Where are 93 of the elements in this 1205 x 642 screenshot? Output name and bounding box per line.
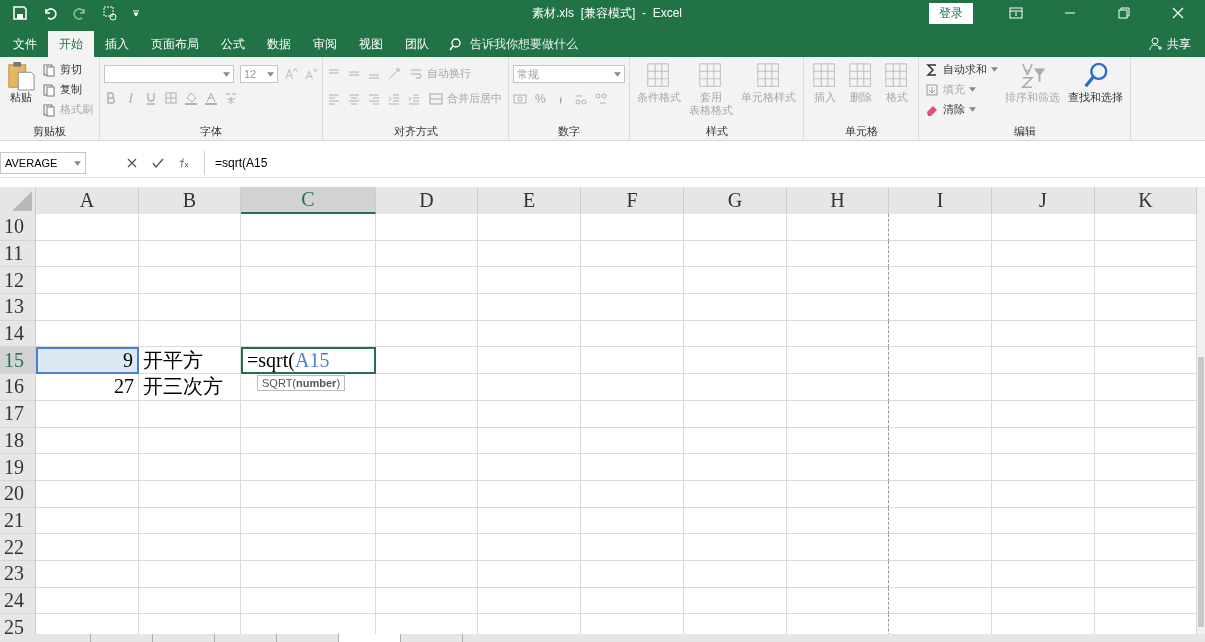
editing-large-button[interactable]: 查找和选择	[1065, 59, 1126, 106]
group-title: 样式	[705, 124, 728, 139]
scroll-bar[interactable]	[1197, 187, 1205, 634]
group-title: 单元格	[844, 124, 878, 139]
table-cell: 9	[36, 347, 139, 375]
table-cell: 开三次方	[139, 374, 241, 401]
group-title: 对齐方式	[393, 124, 438, 139]
row-header[interactable]: 13	[0, 294, 36, 321]
restore-icon[interactable]	[1117, 7, 1131, 19]
save-icon[interactable]	[12, 5, 28, 21]
column-header[interactable]: K	[1095, 187, 1197, 214]
ribbon-tab[interactable]: 审阅	[302, 31, 348, 57]
document-icon	[42, 62, 56, 77]
login-button[interactable]: 登录	[929, 2, 973, 24]
redo-icon[interactable]	[72, 5, 88, 21]
close-icon[interactable]	[1171, 7, 1185, 19]
customize-icon[interactable]	[132, 9, 140, 17]
row-header[interactable]: 17	[0, 400, 36, 428]
ribbon-display-icon[interactable]	[1009, 7, 1023, 19]
caret-icon	[969, 87, 976, 92]
row-header[interactable]: 22	[0, 534, 36, 561]
share-button[interactable]: 共享	[1143, 31, 1197, 57]
ribbon-tab[interactable]: 页面布局	[140, 31, 210, 57]
row-header[interactable]: 12	[0, 267, 36, 295]
fill-down-icon	[925, 82, 939, 97]
ribbon-tab[interactable]: 数据	[256, 31, 302, 57]
ribbon-tab[interactable]: 视图	[348, 31, 394, 57]
caret-icon	[74, 160, 81, 166]
editing-button[interactable]: 清除	[923, 101, 1000, 118]
wrap-text-icon	[409, 66, 423, 81]
editing-button[interactable]: 自动求和	[923, 61, 1000, 78]
cell-editor[interactable]: =sqrt(A15	[241, 347, 376, 375]
column-header[interactable]: I	[889, 187, 992, 214]
column-header[interactable]: B	[139, 187, 241, 214]
column-header[interactable]: D	[376, 187, 478, 214]
sigma-icon	[925, 62, 939, 77]
sort-filter-icon	[1018, 61, 1047, 91]
row-header[interactable]: 20	[0, 480, 36, 508]
enter-icon[interactable]	[152, 157, 164, 169]
caret-icon	[969, 107, 976, 112]
column-header[interactable]: F	[581, 187, 684, 214]
sheet-tab[interactable]	[338, 634, 400, 642]
row-header[interactable]: 21	[0, 507, 36, 535]
clipboard-button[interactable]: 复制	[40, 81, 95, 98]
cancel-icon[interactable]	[126, 157, 138, 169]
column-header[interactable]: G	[684, 187, 787, 214]
ribbon-tab[interactable]: 团队	[394, 31, 440, 57]
column-header[interactable]: H	[787, 187, 889, 214]
ribbon-tab[interactable]: 文件	[2, 31, 48, 57]
row-header[interactable]: 24	[0, 587, 36, 615]
row-header[interactable]: 18	[0, 427, 36, 455]
column-header[interactable]: J	[992, 187, 1095, 214]
formula-field[interactable]: =sqrt(A15	[204, 151, 1205, 175]
merge-icon	[429, 91, 443, 106]
ribbon-tab[interactable]: 开始	[48, 31, 94, 57]
insert-function-icon[interactable]	[178, 157, 190, 169]
tell-me-field[interactable]: 告诉我你想要做什么	[468, 36, 692, 52]
name-box[interactable]: AVERAGE	[0, 152, 86, 174]
search-icon	[448, 37, 462, 51]
touch-mode-icon[interactable]	[102, 5, 118, 21]
row-header[interactable]: 25	[0, 614, 36, 634]
caret-icon	[267, 71, 274, 77]
function-tooltip: SQRT(number)	[257, 375, 346, 392]
window-title: 素材.xls [兼容模式] - Excel	[532, 4, 683, 22]
ribbon-tab[interactable]: 插入	[94, 31, 140, 57]
clipboard-button[interactable]: 剪切	[40, 61, 95, 78]
column-header[interactable]: E	[478, 187, 581, 214]
row-header[interactable]: 15	[0, 347, 36, 375]
document-icon	[42, 102, 56, 117]
group-title: 数字	[558, 124, 580, 139]
column-header[interactable]: C	[241, 187, 376, 214]
clipboard-icon	[7, 61, 35, 91]
table-cell: 27	[36, 374, 139, 401]
row-header[interactable]: 23	[0, 560, 36, 588]
paste-button[interactable]: 粘贴	[4, 59, 38, 106]
row-header[interactable]: 11	[0, 240, 36, 268]
caret-icon	[991, 67, 998, 72]
row-header[interactable]: 19	[0, 454, 36, 481]
row-header[interactable]: 16	[0, 374, 36, 401]
row-header[interactable]: 10	[0, 214, 36, 241]
document-icon	[42, 82, 56, 97]
undo-icon[interactable]	[42, 5, 58, 21]
group-title: 剪贴板	[33, 124, 66, 139]
ribbon-tab[interactable]: 公式	[210, 31, 256, 57]
scroll-thumb[interactable]	[1198, 357, 1204, 627]
row-header[interactable]: 14	[0, 320, 36, 348]
select-all-icon[interactable]	[12, 191, 32, 211]
group-title: 字体	[200, 124, 222, 139]
person-icon	[1149, 37, 1163, 51]
group-title: 编辑	[1013, 124, 1036, 139]
caret-icon	[614, 71, 621, 77]
column-header[interactable]: A	[36, 187, 139, 214]
caret-icon	[223, 71, 230, 77]
